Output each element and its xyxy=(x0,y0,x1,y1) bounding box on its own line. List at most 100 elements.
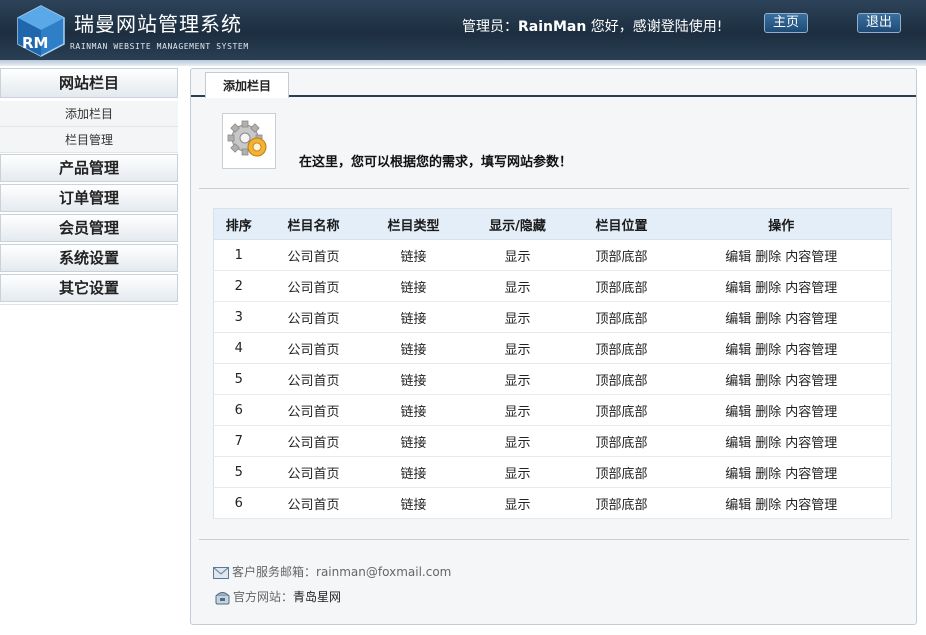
home-button[interactable]: 主页 xyxy=(764,13,808,33)
cell-type: 链接 xyxy=(363,270,464,302)
email-address[interactable]: rainman@foxmail.com xyxy=(316,565,451,579)
envelope-icon xyxy=(213,566,229,579)
site-label: 官方网站： xyxy=(233,590,294,604)
cell-type: 链接 xyxy=(363,239,464,271)
table-row: 1 公司首页 链接 显示 顶部底部 编辑 删除 内容管理 xyxy=(213,239,892,271)
gear-icon xyxy=(227,120,267,157)
cell-name: 公司首页 xyxy=(263,487,364,519)
cell-visible: 显示 xyxy=(463,487,572,519)
cell-type: 链接 xyxy=(363,301,464,333)
cell-position: 顶部底部 xyxy=(571,239,672,271)
content-manage-link[interactable]: 内容管理 xyxy=(785,405,837,420)
delete-link[interactable]: 删除 xyxy=(755,312,781,327)
sidebar-item-add-column[interactable]: 添加栏目 xyxy=(0,101,178,127)
sidebar-group-members[interactable]: 会员管理 xyxy=(0,214,178,242)
cell-name: 公司首页 xyxy=(263,456,364,488)
cell-name: 公司首页 xyxy=(263,301,364,333)
table-header-row: 排序 栏目名称 栏目类型 显示/隐藏 栏目位置 操作 xyxy=(213,208,892,240)
delete-link[interactable]: 删除 xyxy=(755,436,781,451)
edit-link[interactable]: 编辑 xyxy=(725,250,751,265)
col-name-header: 栏目名称 xyxy=(263,208,364,240)
table-body: 1 公司首页 链接 显示 顶部底部 编辑 删除 内容管理 2 公司首页 链接 显示 顶部底部 编辑 删除 内容… xyxy=(213,239,892,519)
col-order-header: 排序 xyxy=(213,208,264,240)
col-visible-header: 显示/隐藏 xyxy=(463,208,572,240)
table-row: 2 公司首页 链接 显示 顶部底部 编辑 删除 内容管理 xyxy=(213,270,892,302)
footer-email-line: 客户服务邮箱：rainman@foxmail.com xyxy=(213,563,451,580)
cell-type: 链接 xyxy=(363,456,464,488)
cell-name: 公司首页 xyxy=(263,363,364,395)
col-position-header: 栏目位置 xyxy=(571,208,672,240)
content-manage-link[interactable]: 内容管理 xyxy=(785,436,837,451)
sidebar: 网站栏目 添加栏目 栏目管理 产品管理 订单管理 会员管理 系统设置 其它设置 xyxy=(0,68,180,635)
sidebar-group-products[interactable]: 产品管理 xyxy=(0,154,178,182)
table-row: 6 公司首页 链接 显示 顶部底部 编辑 删除 内容管理 xyxy=(213,394,892,426)
logo-text: RM xyxy=(22,34,48,52)
intro-text: 在这里，您可以根据您的需求，填写网站参数！ xyxy=(299,155,573,170)
cell-type: 链接 xyxy=(363,363,464,395)
edit-link[interactable]: 编辑 xyxy=(725,436,751,451)
content-manage-link[interactable]: 内容管理 xyxy=(785,343,837,358)
welcome-message: 管理员：RainMan 您好，感谢登陆使用! xyxy=(462,16,722,36)
tab-add-column[interactable]: 添加栏目 xyxy=(205,72,289,98)
table-row: 5 公司首页 链接 显示 顶部底部 编辑 删除 内容管理 xyxy=(213,456,892,488)
cell-name: 公司首页 xyxy=(263,425,364,457)
logout-button[interactable]: 退出 xyxy=(857,13,901,33)
sidebar-group-system[interactable]: 系统设置 xyxy=(0,244,178,272)
delete-link[interactable]: 删除 xyxy=(755,250,781,265)
delete-link[interactable]: 删除 xyxy=(755,374,781,389)
cell-name: 公司首页 xyxy=(263,332,364,364)
brand-subtitle: RAINMAN WEBSITE MANAGEMENT SYSTEM xyxy=(70,42,249,51)
sidebar-item-column-manage[interactable]: 栏目管理 xyxy=(0,127,178,153)
content-manage-link[interactable]: 内容管理 xyxy=(785,312,837,327)
divider-bottom xyxy=(199,539,909,540)
cell-position: 顶部底部 xyxy=(571,425,672,457)
delete-link[interactable]: 删除 xyxy=(755,405,781,420)
cell-actions: 编辑 删除 内容管理 xyxy=(671,332,892,364)
sidebar-heading[interactable]: 网站栏目 xyxy=(0,68,178,98)
content-manage-link[interactable]: 内容管理 xyxy=(785,374,837,389)
col-actions-header: 操作 xyxy=(671,208,892,240)
content-manage-link[interactable]: 内容管理 xyxy=(785,467,837,482)
cell-position: 顶部底部 xyxy=(571,301,672,333)
cell-name: 公司首页 xyxy=(263,270,364,302)
edit-link[interactable]: 编辑 xyxy=(725,467,751,482)
delete-link[interactable]: 删除 xyxy=(755,281,781,296)
cell-position: 顶部底部 xyxy=(571,394,672,426)
content-manage-link[interactable]: 内容管理 xyxy=(785,281,837,296)
edit-link[interactable]: 编辑 xyxy=(725,312,751,327)
divider-top xyxy=(199,188,909,189)
cell-order: 6 xyxy=(213,487,264,519)
delete-link[interactable]: 删除 xyxy=(755,498,781,513)
table-row: 3 公司首页 链接 显示 顶部底部 编辑 删除 内容管理 xyxy=(213,301,892,333)
edit-link[interactable]: 编辑 xyxy=(725,374,751,389)
cell-order: 5 xyxy=(213,456,264,488)
site-link[interactable]: 青岛星网 xyxy=(293,590,341,604)
cell-order: 5 xyxy=(213,363,264,395)
cell-order: 3 xyxy=(213,301,264,333)
edit-link[interactable]: 编辑 xyxy=(725,405,751,420)
edit-link[interactable]: 编辑 xyxy=(725,498,751,513)
edit-link[interactable]: 编辑 xyxy=(725,343,751,358)
cell-actions: 编辑 删除 内容管理 xyxy=(671,394,892,426)
cell-visible: 显示 xyxy=(463,332,572,364)
cell-actions: 编辑 删除 内容管理 xyxy=(671,425,892,457)
content-manage-link[interactable]: 内容管理 xyxy=(785,250,837,265)
sidebar-group-other[interactable]: 其它设置 xyxy=(0,274,178,302)
content-manage-link[interactable]: 内容管理 xyxy=(785,498,837,513)
cell-type: 链接 xyxy=(363,332,464,364)
cell-visible: 显示 xyxy=(463,270,572,302)
sidebar-group-orders[interactable]: 订单管理 xyxy=(0,184,178,212)
cell-visible: 显示 xyxy=(463,301,572,333)
cell-order: 6 xyxy=(213,394,264,426)
delete-link[interactable]: 删除 xyxy=(755,467,781,482)
phone-icon xyxy=(215,591,230,604)
delete-link[interactable]: 删除 xyxy=(755,343,781,358)
cell-visible: 显示 xyxy=(463,239,572,271)
table-row: 7 公司首页 链接 显示 顶部底部 编辑 删除 内容管理 xyxy=(213,425,892,457)
table-row: 4 公司首页 链接 显示 顶部底部 编辑 删除 内容管理 xyxy=(213,332,892,364)
cell-visible: 显示 xyxy=(463,425,572,457)
cell-order: 4 xyxy=(213,332,264,364)
gear-icon-box xyxy=(222,113,276,169)
table-row: 5 公司首页 链接 显示 顶部底部 编辑 删除 内容管理 xyxy=(213,363,892,395)
edit-link[interactable]: 编辑 xyxy=(725,281,751,296)
